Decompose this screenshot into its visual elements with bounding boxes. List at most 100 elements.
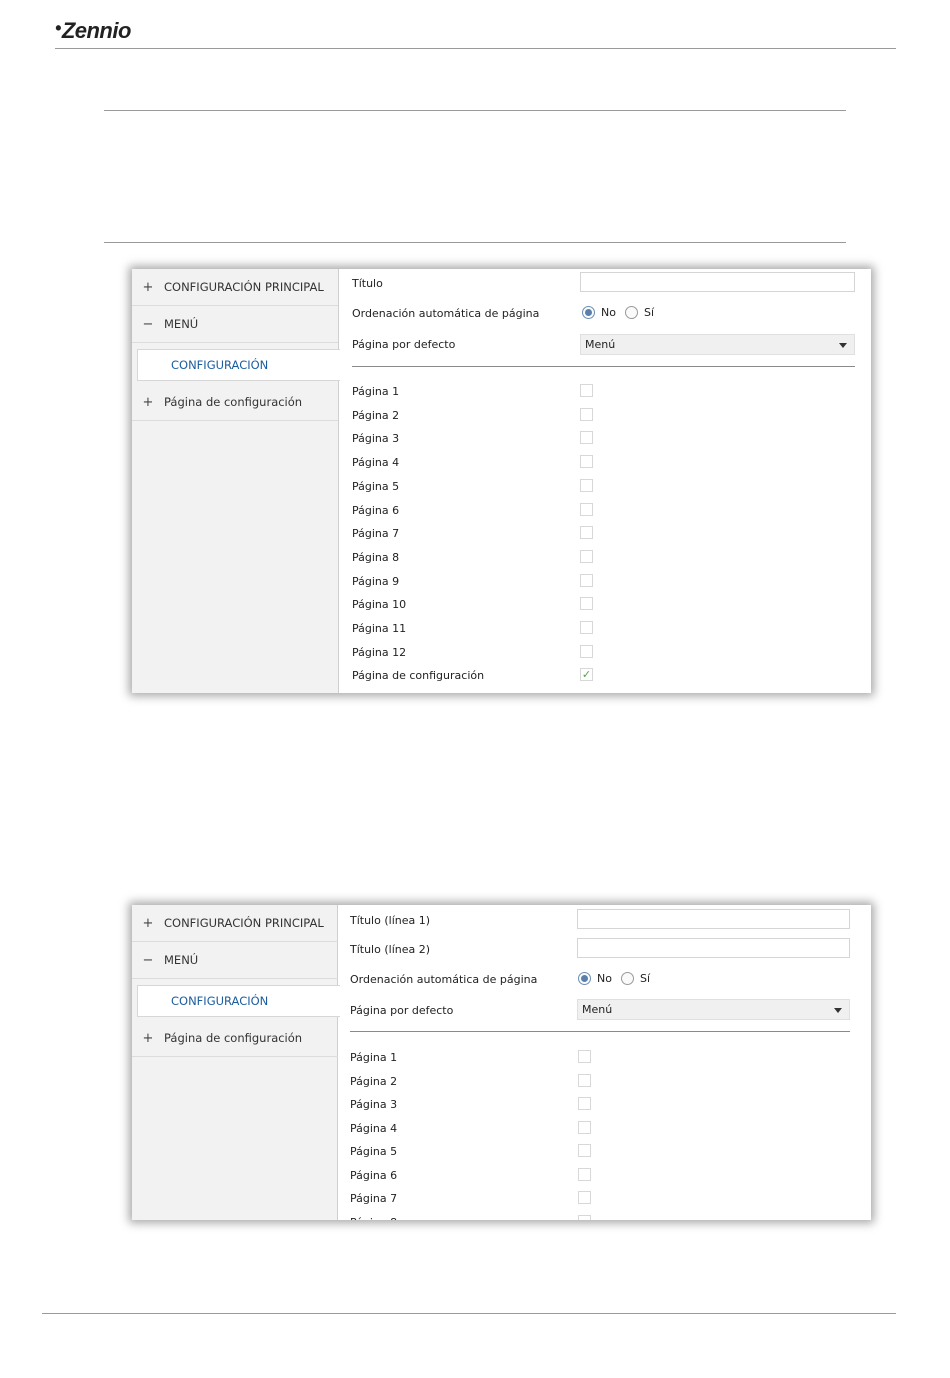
sidebar-item-label: MENÚ bbox=[164, 317, 199, 331]
title-line2-input[interactable] bbox=[577, 938, 850, 958]
config-window-1: + CONFIGURACIÓN PRINCIPAL − MENÚ CONFIGU… bbox=[132, 269, 871, 693]
page-5-checkbox[interactable] bbox=[578, 1144, 591, 1157]
title-input[interactable] bbox=[580, 272, 855, 292]
page-5-label: Página 5 bbox=[350, 1145, 398, 1158]
page-1-checkbox[interactable] bbox=[580, 384, 593, 397]
sidebar-item-config-page[interactable]: + Página de configuración bbox=[132, 384, 338, 421]
sidebar-item-label: CONFIGURACIÓN bbox=[171, 994, 269, 1008]
page-4-checkbox[interactable] bbox=[578, 1120, 591, 1134]
page-10-label: Página 10 bbox=[352, 598, 407, 612]
title-line1-input[interactable] bbox=[577, 909, 850, 929]
page-11-checkbox[interactable] bbox=[580, 621, 593, 634]
page-4-checkbox[interactable] bbox=[580, 455, 593, 469]
page-7-label: Página 7 bbox=[352, 527, 400, 541]
radio-no[interactable] bbox=[578, 972, 591, 985]
page-9-checkbox[interactable] bbox=[580, 573, 593, 587]
parameters-content: Título (línea 1) Título (línea 2) Ordena… bbox=[338, 905, 871, 1220]
section-separator bbox=[352, 366, 855, 367]
parameters-content: Título Ordenación automática de página N… bbox=[339, 269, 871, 693]
zennio-logo: •Zennio bbox=[55, 18, 131, 43]
page-11-label: Página 11 bbox=[352, 622, 407, 635]
page-8-label: Página 8 bbox=[350, 1216, 397, 1221]
title-line1-label: Título (línea 1) bbox=[350, 914, 431, 927]
title-label: Título bbox=[352, 277, 383, 290]
page-12-label: Página 12 bbox=[352, 645, 407, 659]
check-icon: ✓ bbox=[581, 668, 592, 682]
footer-divider bbox=[42, 1313, 896, 1314]
radio-yes[interactable] bbox=[625, 306, 638, 319]
radio-no-label: No bbox=[597, 972, 612, 985]
page-6-checkbox[interactable] bbox=[580, 502, 593, 516]
sidebar-item-label: CONFIGURACIÓN PRINCIPAL bbox=[164, 280, 324, 294]
page-7-checkbox[interactable] bbox=[578, 1191, 591, 1204]
default-page-select[interactable]: Menú bbox=[580, 334, 855, 355]
plus-icon: + bbox=[142, 1030, 154, 1046]
page-6-checkbox[interactable] bbox=[578, 1167, 591, 1181]
page-5-label: Página 5 bbox=[352, 479, 400, 493]
page-4-label: Página 4 bbox=[350, 1121, 398, 1135]
page-3-label: Página 3 bbox=[352, 432, 400, 446]
radio-no-label: No bbox=[601, 306, 616, 319]
sidebar: + CONFIGURACIÓN PRINCIPAL − MENÚ CONFIGU… bbox=[132, 905, 340, 1220]
title-line2-label: Título (línea 2) bbox=[350, 943, 431, 956]
sidebar-item-label: CONFIGURACIÓN bbox=[171, 358, 269, 372]
auto-sort-label: Ordenación automática de página bbox=[350, 973, 538, 986]
page-10-checkbox[interactable] bbox=[580, 597, 593, 611]
page-7-checkbox[interactable] bbox=[580, 526, 593, 540]
sidebar-item-label: Página de configuración bbox=[164, 1031, 303, 1045]
radio-yes-label: Sí bbox=[640, 972, 651, 985]
page-6-label: Página 6 bbox=[350, 1168, 398, 1182]
minus-icon: − bbox=[142, 316, 154, 332]
page-2-label: Página 2 bbox=[352, 408, 400, 422]
page-2-label: Página 2 bbox=[350, 1074, 398, 1088]
section-separator bbox=[350, 1031, 850, 1032]
radio-yes-label: Sí bbox=[644, 306, 655, 319]
sidebar-item-main-config[interactable]: + CONFIGURACIÓN PRINCIPAL bbox=[132, 269, 338, 306]
sidebar-item-label: CONFIGURACIÓN PRINCIPAL bbox=[164, 916, 324, 930]
sidebar-item-config-page[interactable]: + Página de configuración bbox=[132, 1020, 338, 1057]
page-8-checkbox[interactable] bbox=[578, 1214, 591, 1220]
config-window-2: + CONFIGURACIÓN PRINCIPAL − MENÚ CONFIGU… bbox=[132, 905, 871, 1220]
page-8-label: Página 8 bbox=[352, 550, 400, 564]
default-page-select[interactable]: Menú bbox=[577, 999, 850, 1020]
page-7-label: Página 7 bbox=[350, 1192, 398, 1205]
sidebar-item-menu[interactable]: − MENÚ bbox=[132, 942, 338, 979]
page-2-checkbox[interactable] bbox=[580, 407, 593, 421]
page-8-checkbox[interactable] bbox=[580, 549, 593, 563]
header-divider bbox=[55, 48, 896, 49]
chevron-down-icon bbox=[839, 343, 847, 348]
sidebar-item-main-config[interactable]: + CONFIGURACIÓN PRINCIPAL bbox=[132, 905, 338, 942]
default-page-label: Página por defecto bbox=[350, 1004, 454, 1017]
page-1-checkbox[interactable] bbox=[578, 1050, 591, 1063]
minus-icon: − bbox=[142, 952, 154, 968]
radio-yes[interactable] bbox=[621, 972, 634, 985]
page-12-checkbox[interactable] bbox=[580, 644, 593, 658]
page-13-checkbox[interactable]: ✓ bbox=[580, 668, 593, 682]
plus-icon: + bbox=[142, 915, 154, 931]
radio-no[interactable] bbox=[582, 306, 595, 319]
default-page-label: Página por defecto bbox=[352, 338, 456, 351]
page-6-label: Página 6 bbox=[352, 503, 400, 517]
page-1-label: Página 1 bbox=[352, 385, 400, 398]
page-9-label: Página 9 bbox=[352, 574, 400, 588]
page-3-label: Página 3 bbox=[350, 1098, 398, 1111]
page-5-checkbox[interactable] bbox=[580, 478, 593, 492]
sidebar-item-label: Página de configuración bbox=[164, 395, 303, 409]
sidebar-item-label: MENÚ bbox=[164, 953, 199, 967]
plus-icon: + bbox=[142, 394, 154, 410]
sidebar-item-menu[interactable]: − MENÚ bbox=[132, 306, 338, 343]
bottom-rule bbox=[104, 242, 846, 243]
page-1-label: Página 1 bbox=[350, 1051, 398, 1064]
page-3-checkbox[interactable] bbox=[578, 1097, 591, 1110]
plus-icon: + bbox=[142, 279, 154, 295]
logo-dot-icon: • bbox=[55, 18, 61, 38]
page-4-label: Página 4 bbox=[352, 456, 400, 470]
page-13-label: Página de configuración bbox=[352, 669, 485, 683]
chevron-down-icon bbox=[834, 1008, 842, 1013]
auto-sort-label: Ordenación automática de página bbox=[352, 307, 540, 320]
sidebar-item-configuracion[interactable]: CONFIGURACIÓN bbox=[137, 985, 340, 1017]
sidebar-item-configuracion[interactable]: CONFIGURACIÓN bbox=[137, 349, 340, 381]
page-3-checkbox[interactable] bbox=[580, 431, 593, 445]
sidebar: + CONFIGURACIÓN PRINCIPAL − MENÚ CONFIGU… bbox=[132, 269, 340, 693]
page-2-checkbox[interactable] bbox=[578, 1073, 591, 1087]
